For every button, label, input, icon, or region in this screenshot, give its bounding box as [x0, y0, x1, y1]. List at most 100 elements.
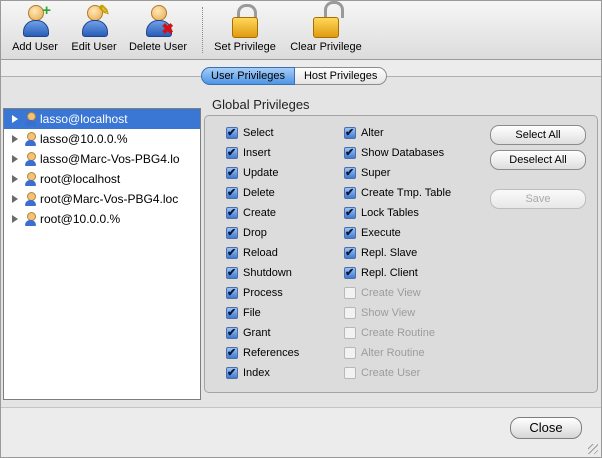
privilege-label: Create User [361, 367, 421, 379]
checkbox[interactable] [344, 185, 356, 201]
checkbox[interactable] [226, 285, 238, 301]
privilege-label: Delete [243, 187, 275, 199]
checkbox[interactable] [226, 345, 238, 361]
global-privileges-box: Select Insert Update Delete Create Drop … [204, 115, 598, 393]
save-button[interactable]: Save [490, 189, 586, 209]
privilege-label: Alter [361, 127, 384, 139]
checkbox[interactable] [226, 365, 238, 381]
checkbox[interactable] [344, 245, 356, 261]
checkbox [344, 347, 356, 359]
privilege-label: Process [243, 287, 283, 299]
close-button[interactable]: Close [510, 417, 582, 439]
privilege-label: Repl. Slave [361, 247, 418, 259]
disclosure-triangle-icon[interactable] [12, 175, 18, 183]
privilege-label: Grant [243, 327, 271, 339]
user-add-icon: + [19, 3, 51, 37]
checkbox[interactable] [226, 325, 238, 341]
select-all-button[interactable]: Select All [490, 125, 586, 145]
set-privilege-label: Set Privilege [214, 41, 276, 53]
privilege-label: Super [361, 167, 391, 179]
lock-closed-icon [229, 3, 261, 38]
disclosure-triangle-icon[interactable] [12, 135, 18, 143]
privilege-label: Alter Routine [361, 347, 425, 359]
user-icon [24, 152, 38, 166]
privilege-label: Drop [243, 227, 267, 239]
privilege-label: Show Databases [361, 147, 445, 159]
checkbox [344, 367, 356, 379]
checkbox[interactable] [226, 205, 238, 221]
privilege-tabs: User Privileges Host Privileges [201, 67, 388, 85]
checkbox[interactable] [226, 185, 238, 201]
add-user-label: Add User [12, 41, 58, 53]
privilege-label: Select [243, 127, 274, 139]
user-icon [24, 212, 38, 226]
resize-grip[interactable] [588, 444, 598, 454]
privilege-label: File [243, 307, 261, 319]
user-list[interactable]: lasso@localhost lasso@10.0.0.% lasso@Mar… [3, 108, 201, 400]
checkbox [344, 327, 356, 339]
tab-host-privileges[interactable]: Host Privileges [294, 67, 388, 85]
add-user-button[interactable]: + Add User [7, 3, 63, 57]
user-edit-icon: ✎ [78, 3, 110, 37]
user-row-root-localhost[interactable]: root@localhost [4, 169, 200, 189]
deselect-all-button[interactable]: Deselect All [490, 150, 586, 170]
privilege-label: Create [243, 207, 277, 219]
checkbox [344, 307, 356, 319]
checkbox[interactable] [344, 145, 356, 161]
delete-user-button[interactable]: ✖ Delete User [125, 3, 191, 57]
user-icon [24, 132, 38, 146]
privilege-label: Show View [361, 307, 416, 319]
disclosure-triangle-icon[interactable] [12, 115, 18, 123]
disclosure-triangle-icon[interactable] [12, 155, 18, 163]
user-row-label: lasso@Marc-Vos-PBG4.lo [40, 152, 180, 166]
privilege-label: Shutdown [243, 267, 292, 279]
user-row-lasso-marc-vos[interactable]: lasso@Marc-Vos-PBG4.lo [4, 149, 200, 169]
user-row-lasso-10[interactable]: lasso@10.0.0.% [4, 129, 200, 149]
privilege-label: Reload [243, 247, 278, 259]
user-row-label: lasso@10.0.0.% [40, 132, 128, 146]
user-row-root-10[interactable]: root@10.0.0.% [4, 209, 200, 229]
privilege-label: Create Tmp. Table [361, 187, 452, 199]
delete-user-label: Delete User [128, 41, 188, 53]
toolbar: + Add User ✎ Edit User ✖ Delete User Set… [1, 1, 601, 60]
disclosure-triangle-icon[interactable] [12, 215, 18, 223]
user-row-root-marc-vos[interactable]: root@Marc-Vos-PBG4.loc [4, 189, 200, 209]
checkbox[interactable] [226, 245, 238, 261]
set-privilege-button[interactable]: Set Privilege [211, 3, 279, 57]
checkbox[interactable] [226, 125, 238, 141]
user-delete-icon: ✖ [142, 3, 174, 37]
privilege-label: Update [243, 167, 279, 179]
user-row-label: root@Marc-Vos-PBG4.loc [40, 192, 179, 206]
checkbox[interactable] [344, 205, 356, 221]
user-icon [24, 112, 38, 126]
toolbar-separator [202, 7, 203, 53]
clear-privilege-button[interactable]: Clear Privilege [286, 1, 366, 57]
privilege-label: Lock Tables [361, 207, 419, 219]
checkbox[interactable] [344, 225, 356, 241]
checkbox[interactable] [226, 225, 238, 241]
user-row-label: root@localhost [40, 172, 121, 186]
privilege-label: Create View [361, 287, 421, 299]
user-row-label: lasso@localhost [40, 112, 128, 126]
clear-privilege-label: Clear Privilege [290, 41, 362, 53]
privilege-label: Create Routine [361, 327, 435, 339]
user-icon [24, 192, 38, 206]
checkbox[interactable] [226, 145, 238, 161]
checkbox[interactable] [226, 305, 238, 321]
checkbox[interactable] [226, 165, 238, 181]
user-icon [24, 172, 38, 186]
checkbox[interactable] [344, 265, 356, 281]
tab-user-privileges[interactable]: User Privileges [201, 67, 295, 85]
checkbox[interactable] [344, 165, 356, 181]
privilege-label: Insert [243, 147, 271, 159]
user-row-label: root@10.0.0.% [40, 212, 121, 226]
checkbox[interactable] [226, 265, 238, 281]
checkbox[interactable] [344, 125, 356, 141]
privilege-label: Index [243, 367, 270, 379]
edit-user-button[interactable]: ✎ Edit User [65, 3, 123, 57]
checkbox [344, 287, 356, 299]
disclosure-triangle-icon[interactable] [12, 195, 18, 203]
edit-user-label: Edit User [71, 41, 117, 53]
privilege-label: Execute [361, 227, 401, 239]
user-row-lasso-localhost[interactable]: lasso@localhost [4, 109, 200, 129]
